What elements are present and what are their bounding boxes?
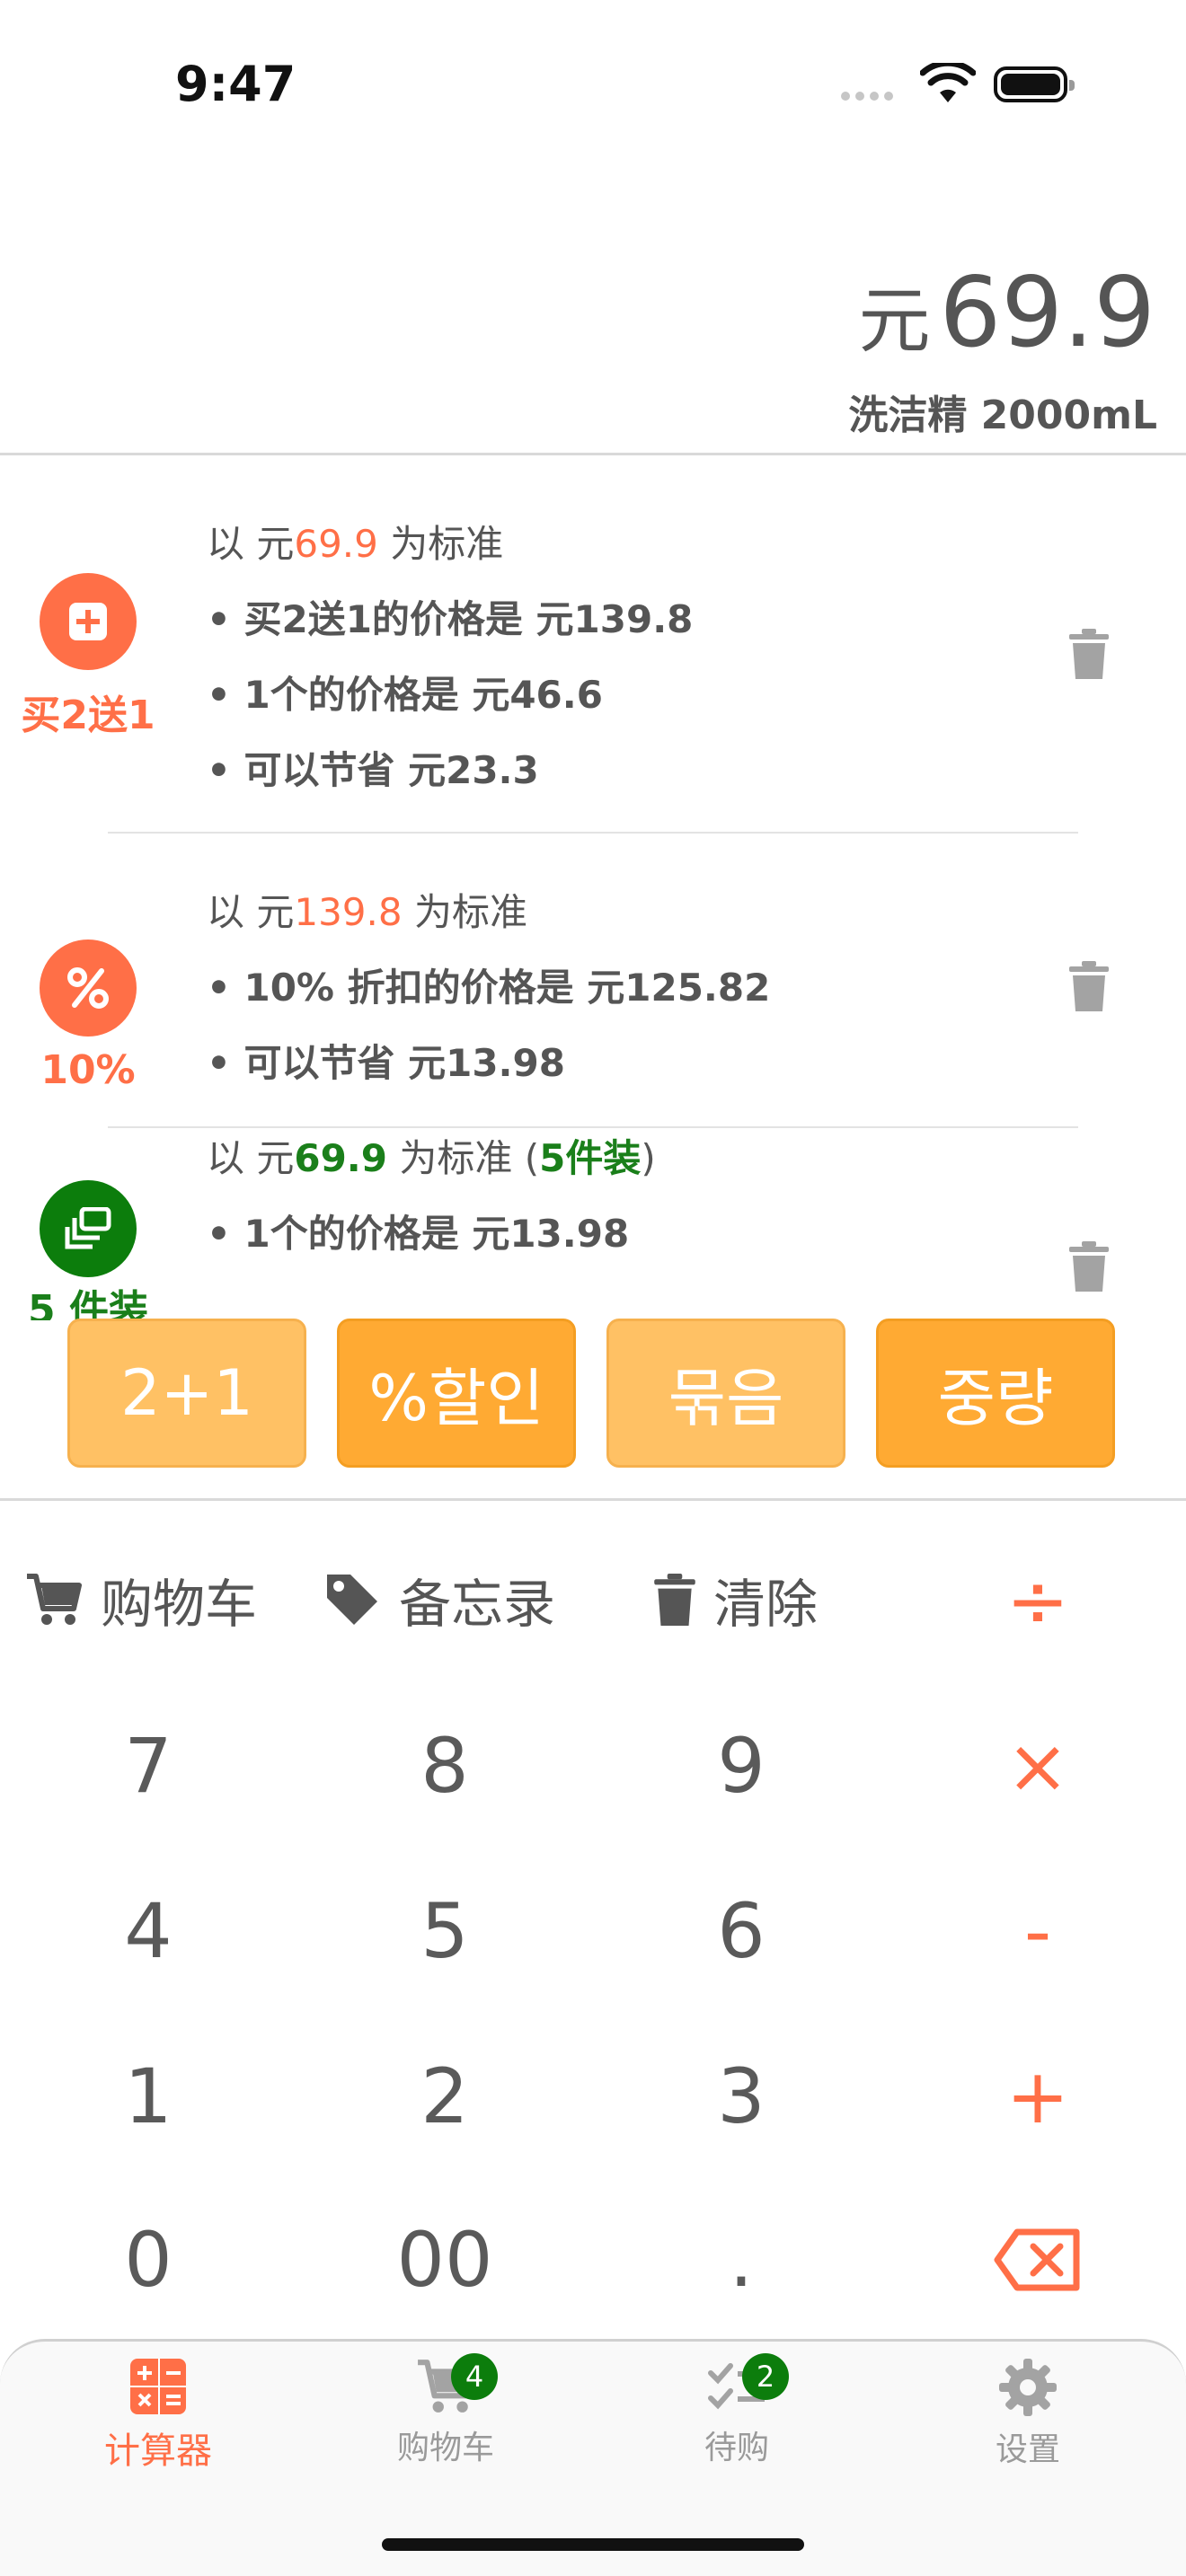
mode-percent-discount-button[interactable]: %할인: [337, 1319, 576, 1468]
key-9[interactable]: 9: [660, 1703, 822, 1829]
clear-tool-label: 清除: [713, 1574, 819, 1635]
to-buy-count-badge: 2: [742, 2353, 789, 2400]
tab-label: 待购: [704, 2430, 769, 2466]
base-price-line: 以 元69.9 为标准 (5件装): [207, 1136, 656, 1180]
price-display: 元69.9: [859, 257, 1155, 369]
wifi-icon: [920, 63, 976, 102]
divide-key[interactable]: ÷: [957, 1538, 1119, 1663]
key-8[interactable]: 8: [364, 1703, 526, 1829]
result-line: • 买2送1的价格是 元139.8: [207, 597, 694, 641]
tab-cart[interactable]: 4 购物车: [347, 2353, 544, 2468]
discount-type-label: 5 件装: [28, 1287, 148, 1320]
result-line: • 1个的价格是 元13.98: [207, 1212, 630, 1256]
memo-tool-button[interactable]: 备忘录: [323, 1561, 555, 1638]
tag-icon: [327, 1575, 377, 1625]
result-line: • 10% 折扣的价格是 元125.82: [207, 966, 771, 1010]
key-2[interactable]: 2: [364, 2033, 526, 2159]
plus-box-icon: [40, 573, 137, 670]
backspace-key[interactable]: [957, 2197, 1119, 2323]
cart-icon: [27, 1574, 82, 1625]
percent-icon: [40, 940, 137, 1037]
signal-dots-icon: [841, 92, 900, 101]
clear-tool-button[interactable]: 清除: [654, 1561, 818, 1638]
key-7[interactable]: 7: [67, 1703, 229, 1829]
discount-type-label: 10%: [40, 1047, 136, 1093]
key-00[interactable]: 00: [364, 2197, 526, 2323]
base-price-line: 以 元69.9 为标准: [207, 522, 504, 566]
result-line: • 1个的价格是 元46.6: [207, 673, 603, 717]
divider: [0, 1498, 1186, 1501]
discount-type-label: 买2送1: [21, 693, 155, 738]
divider: [108, 832, 1078, 834]
calculator-icon: [130, 2359, 186, 2414]
mode-buy-get-button[interactable]: 2+1: [67, 1319, 306, 1468]
trash-icon[interactable]: [1069, 961, 1109, 1011]
key-1[interactable]: 1: [67, 2033, 229, 2159]
mode-weight-button[interactable]: 중량: [876, 1319, 1115, 1468]
backspace-icon: [994, 2228, 1080, 2291]
cart-count-badge: 4: [451, 2353, 498, 2400]
home-indicator: [382, 2538, 804, 2551]
cart-tool-button[interactable]: 购物车: [25, 1561, 257, 1638]
trash-icon[interactable]: [1069, 629, 1109, 679]
key-decimal[interactable]: .: [660, 2197, 822, 2323]
tab-calculator[interactable]: 计算器: [59, 2359, 257, 2474]
status-time: 9:47: [175, 56, 296, 112]
plus-key[interactable]: +: [957, 2033, 1119, 2159]
minus-key[interactable]: -: [957, 1868, 1119, 1994]
key-5[interactable]: 5: [364, 1868, 526, 1994]
cart-tool-label: 购物车: [101, 1574, 258, 1635]
key-6[interactable]: 6: [660, 1868, 822, 1994]
bundle-icon: [40, 1180, 137, 1277]
tab-label: 计算器: [104, 2430, 212, 2472]
discount-list[interactable]: 买2送1 以 元69.9 为标准 • 买2送1的价格是 元139.8 • 1个的…: [0, 458, 1186, 1320]
result-line: • 可以节省 元23.3: [207, 748, 539, 792]
key-4[interactable]: 4: [67, 1868, 229, 1994]
result-line: • 可以节省 元13.98: [207, 1041, 565, 1085]
trash-icon: [654, 1574, 695, 1626]
key-0[interactable]: 0: [67, 2197, 229, 2323]
price-amount: 69.9: [939, 257, 1155, 369]
gear-icon: [999, 2359, 1057, 2416]
currency-symbol: 元: [858, 279, 931, 363]
tab-to-buy[interactable]: 2 待购: [638, 2353, 836, 2468]
trash-icon[interactable]: [1069, 1241, 1109, 1292]
memo-tool-label: 备忘录: [399, 1574, 556, 1635]
product-name[interactable]: 洗洁精 2000mL: [848, 383, 1157, 440]
tab-settings[interactable]: 设置: [929, 2359, 1127, 2470]
key-3[interactable]: 3: [660, 2033, 822, 2159]
divider: [0, 453, 1186, 455]
battery-icon: [994, 66, 1075, 102]
base-price-line: 以 元139.8 为标准: [207, 890, 527, 934]
multiply-key[interactable]: ×: [957, 1703, 1119, 1829]
mode-bundle-button[interactable]: 묶음: [606, 1319, 845, 1468]
tab-label: 设置: [995, 2431, 1060, 2468]
tab-label: 购物车: [396, 2430, 494, 2466]
